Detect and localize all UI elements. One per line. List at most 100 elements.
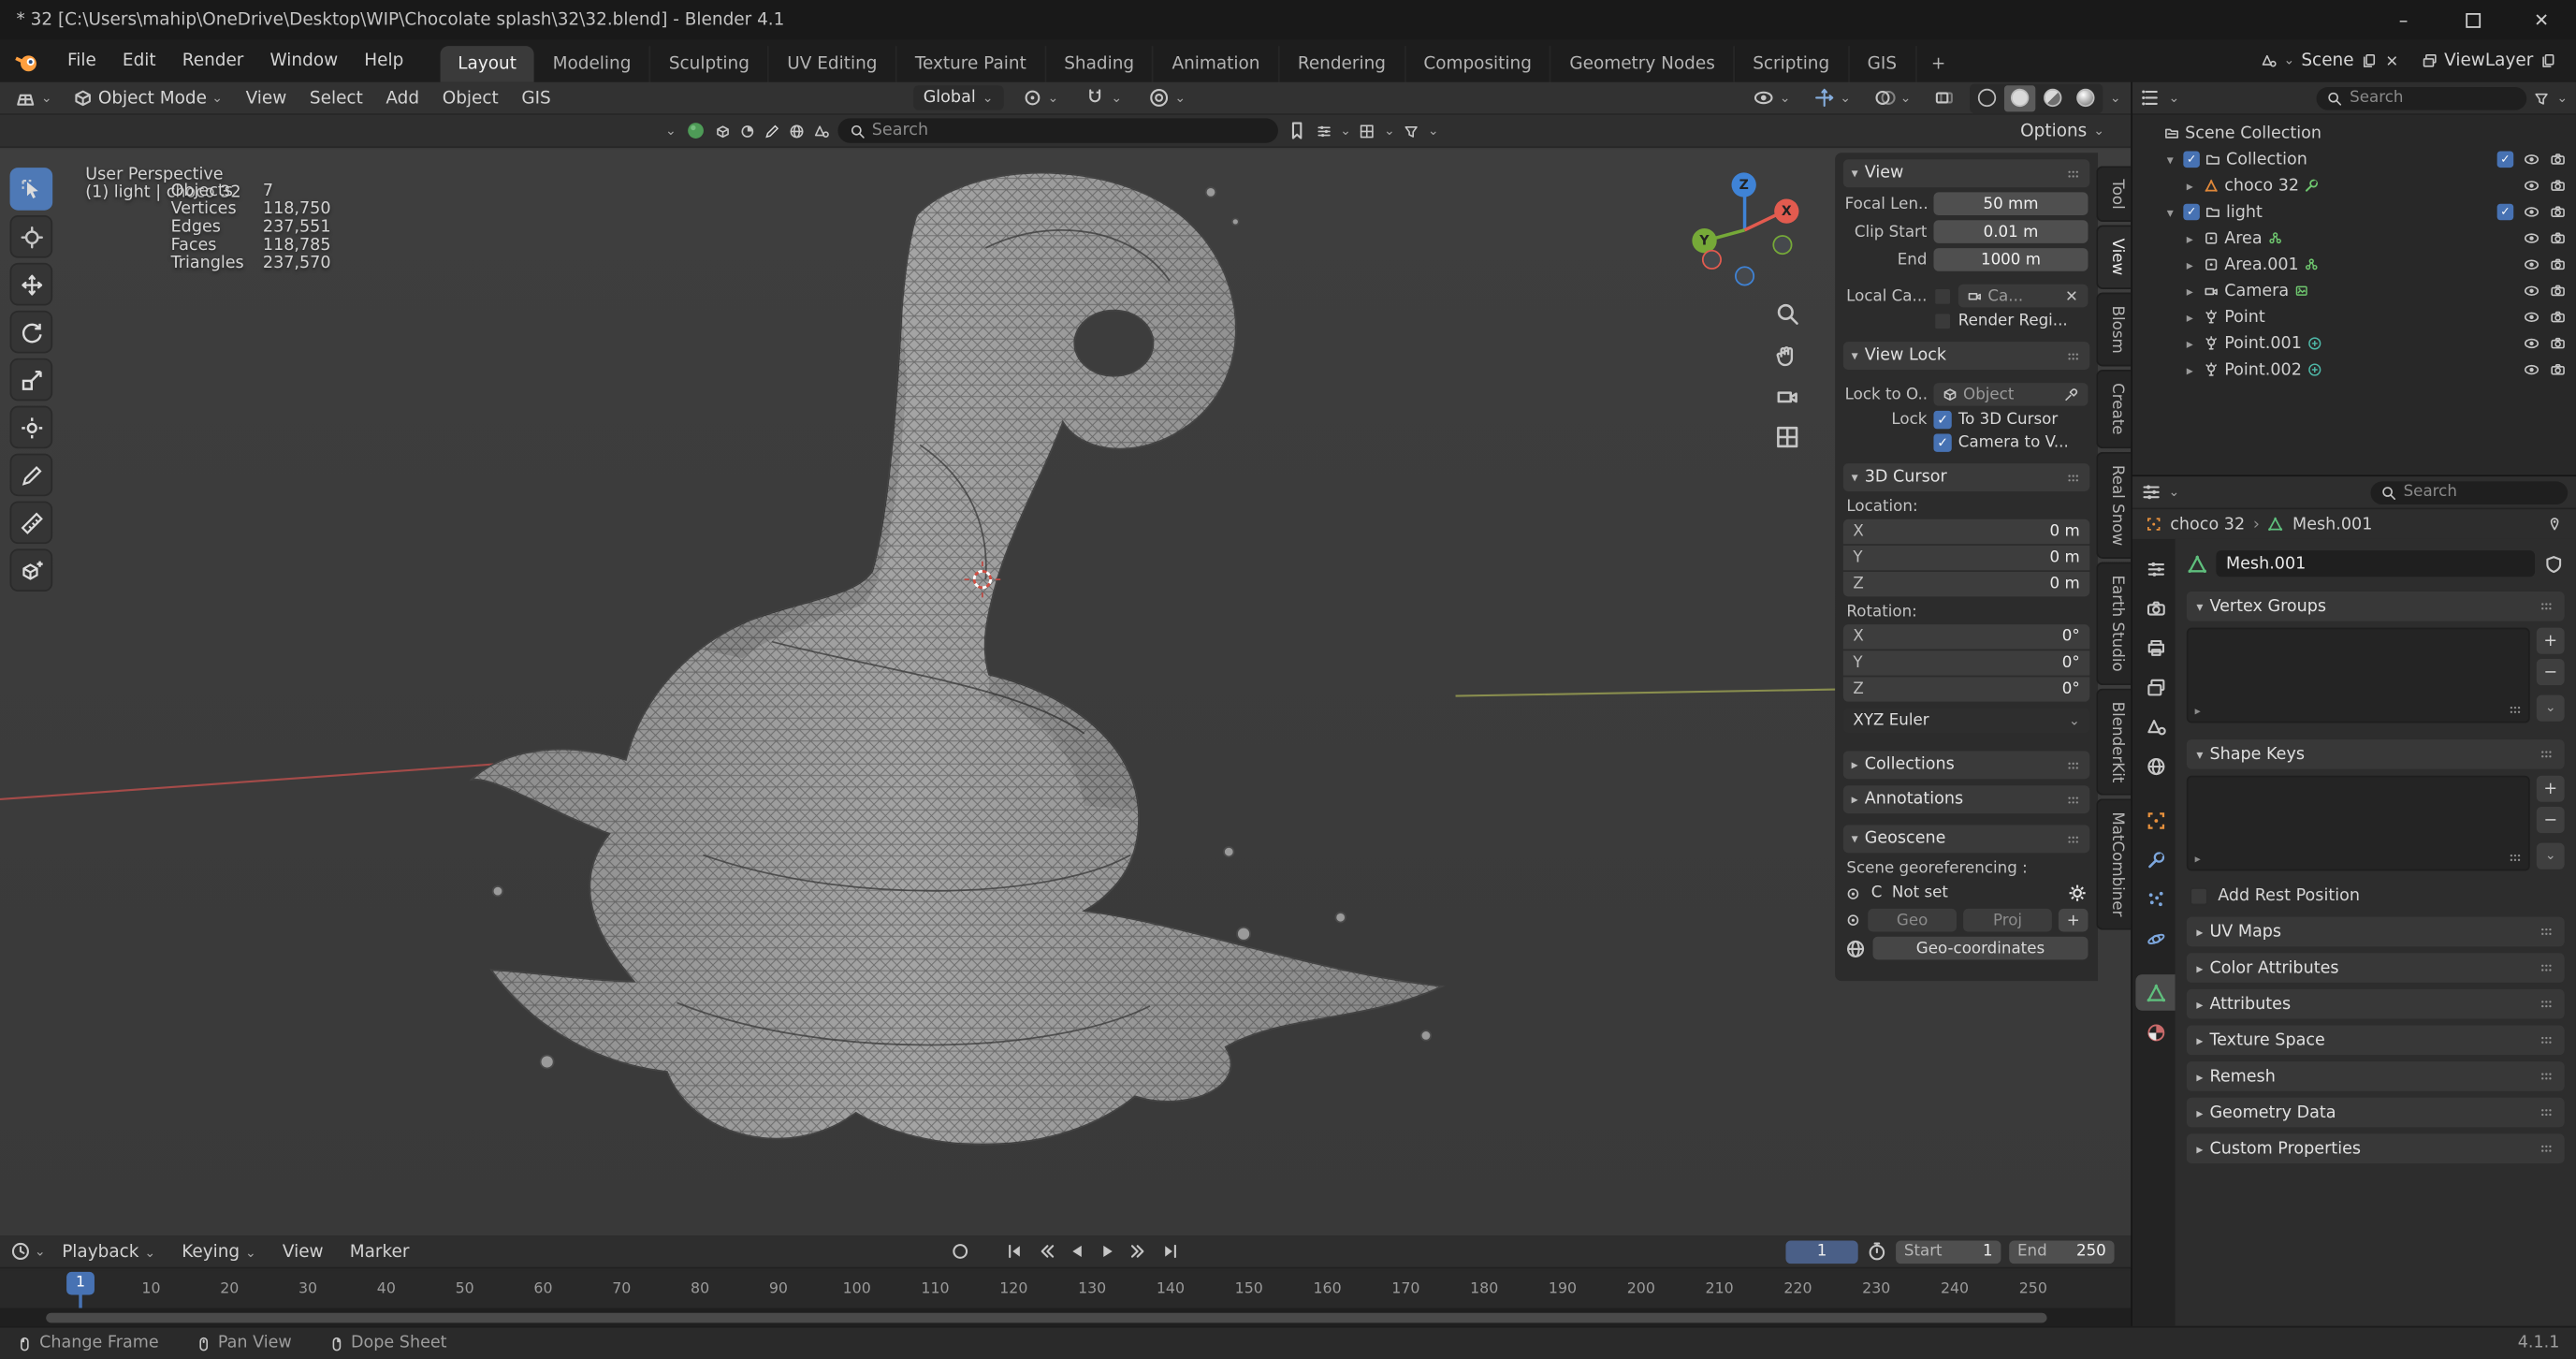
menu-render[interactable]: Render bbox=[169, 51, 257, 70]
grip-icon[interactable] bbox=[2065, 347, 2082, 364]
outliner-row-camera[interactable]: ▸Camera bbox=[2132, 278, 2576, 304]
workspace-tab-layout[interactable]: Layout bbox=[440, 46, 534, 82]
render-visibility-icon[interactable] bbox=[2550, 178, 2567, 195]
outliner-row-choco-32[interactable]: ▸choco 32 bbox=[2132, 172, 2576, 198]
render-visibility-icon[interactable] bbox=[2550, 283, 2567, 300]
properties-editor-icon[interactable] bbox=[2141, 481, 2162, 503]
section-header-color-attributes[interactable]: ▸Color Attributes bbox=[2187, 953, 2565, 983]
outliner-row-area-001[interactable]: ▸Area.001 bbox=[2132, 252, 2576, 278]
add-shape-key-button[interactable]: + bbox=[2537, 776, 2565, 802]
sidebar-tab-blenderkit[interactable]: BlenderKit bbox=[2096, 688, 2131, 796]
view-panel-header[interactable]: ▾ View bbox=[1843, 159, 2089, 187]
expander-icon[interactable]: ▸ bbox=[2182, 336, 2199, 351]
rotation-order-select[interactable]: XYZ Euler ⌄ bbox=[1843, 709, 2089, 733]
tool-cursor-button[interactable] bbox=[10, 215, 53, 258]
gizmo-dropdown[interactable]: ⌄ bbox=[1805, 87, 1858, 109]
cursor-panel-header[interactable]: ▾ 3D Cursor bbox=[1843, 463, 2089, 491]
gizmo-x-axis[interactable]: X bbox=[1774, 198, 1798, 223]
grip-icon[interactable] bbox=[2065, 831, 2082, 848]
render-visibility-icon[interactable] bbox=[2550, 361, 2567, 378]
workspace-tab-geometry-nodes[interactable]: Geometry Nodes bbox=[1551, 46, 1735, 82]
proportional-edit-dropdown[interactable]: ⌄ bbox=[1140, 87, 1193, 109]
timeline-menu-marker[interactable]: Marker bbox=[337, 1241, 423, 1261]
pan-hand-icon[interactable] bbox=[1774, 342, 1800, 368]
number-field-end[interactable]: 1000 m bbox=[1933, 248, 2088, 271]
grip-icon[interactable] bbox=[2065, 469, 2082, 486]
section-header-custom-properties[interactable]: ▸Custom Properties bbox=[2187, 1133, 2565, 1163]
mesh-name-field[interactable]: Mesh.001 bbox=[2216, 550, 2535, 577]
asset-sphere-icon[interactable] bbox=[685, 120, 706, 141]
workspace-tab-gis[interactable]: GIS bbox=[1849, 46, 1916, 82]
tool-scale-button[interactable] bbox=[10, 358, 53, 402]
asset-world-icon[interactable] bbox=[788, 123, 805, 139]
expander-icon[interactable]: ▸ bbox=[2182, 257, 2199, 272]
shading-solid-button[interactable] bbox=[2004, 84, 2035, 110]
cursor-location-x-field[interactable]: X0 m bbox=[1843, 519, 2089, 544]
render-visibility-icon[interactable] bbox=[2550, 309, 2567, 326]
pin-icon[interactable] bbox=[2546, 516, 2563, 533]
cursor-rotation-x-field[interactable]: X0° bbox=[1843, 624, 2089, 649]
navigation-gizmo[interactable]: Z Y X bbox=[1681, 163, 1809, 291]
properties-tab-particles[interactable] bbox=[2135, 881, 2175, 917]
scene-selector[interactable]: ⌄ Scene bbox=[2254, 51, 2407, 70]
remove-vertex-group-button[interactable]: − bbox=[2537, 659, 2565, 685]
shading-rendered-button[interactable] bbox=[2071, 84, 2102, 110]
render-region-checkbox[interactable] bbox=[1933, 313, 1951, 330]
panel-header-annotations[interactable]: ▸Annotations bbox=[1843, 785, 2089, 813]
expander-icon[interactable]: ▸ bbox=[2182, 231, 2199, 246]
outliner-row-collection[interactable]: ▾✓Collection✓ bbox=[2132, 146, 2576, 172]
timeline-scrollbar[interactable] bbox=[0, 1309, 2131, 1326]
stopwatch-icon[interactable] bbox=[1866, 1241, 1887, 1263]
maximize-button[interactable] bbox=[2438, 0, 2507, 39]
timeline-menu-view[interactable]: View bbox=[269, 1241, 337, 1261]
hide-eye-icon[interactable] bbox=[2524, 309, 2540, 326]
section-header-remesh[interactable]: ▸Remesh bbox=[2187, 1061, 2565, 1091]
section-header-geometry-data[interactable]: ▸Geometry Data bbox=[2187, 1098, 2565, 1128]
sidebar-tab-earth-studio[interactable]: Earth Studio bbox=[2096, 562, 2131, 684]
local-camera-field[interactable]: Ca... bbox=[1958, 285, 2088, 308]
hide-eye-icon[interactable] bbox=[2524, 204, 2540, 221]
section-header-attributes[interactable]: ▸Attributes bbox=[2187, 989, 2565, 1019]
menu-window[interactable]: Window bbox=[256, 51, 351, 70]
collection-checkbox[interactable]: ✓ bbox=[2497, 204, 2514, 221]
panel-header-collections[interactable]: ▸Collections bbox=[1843, 751, 2089, 779]
outliner-search-input[interactable] bbox=[2350, 89, 2517, 107]
geoscene-header[interactable]: ▾ Geoscene bbox=[1843, 825, 2089, 853]
menu-edit[interactable]: Edit bbox=[109, 51, 169, 70]
viewport-search-input[interactable] bbox=[872, 122, 1266, 139]
grip-icon[interactable] bbox=[2539, 746, 2555, 763]
viewport-menu-gis[interactable]: GIS bbox=[510, 88, 562, 108]
expander-icon[interactable]: ▸ bbox=[2182, 284, 2199, 299]
render-visibility-icon[interactable] bbox=[2550, 230, 2567, 247]
gizmo-z-axis[interactable]: Z bbox=[1732, 172, 1756, 197]
shading-material-button[interactable] bbox=[2038, 84, 2069, 110]
expander-icon[interactable]: ▸ bbox=[2182, 362, 2199, 377]
gizmo-x-negative[interactable] bbox=[1702, 250, 1722, 270]
unlink-scene-icon[interactable] bbox=[2383, 52, 2400, 69]
new-scene-icon[interactable] bbox=[2361, 52, 2378, 69]
tool-measure-button[interactable] bbox=[10, 501, 53, 544]
outliner-row-area[interactable]: ▸Area bbox=[2132, 226, 2576, 252]
jump-to-start-button[interactable] bbox=[1000, 1238, 1028, 1264]
properties-tab-render[interactable] bbox=[2135, 590, 2175, 626]
bookmark-icon[interactable] bbox=[1286, 120, 1307, 141]
current-frame-field[interactable]: 1 bbox=[1785, 1240, 1857, 1264]
shape-keys-list[interactable]: ▸ bbox=[2187, 776, 2530, 871]
hide-eye-icon[interactable] bbox=[2524, 335, 2540, 352]
add-workspace-button[interactable]: + bbox=[1916, 46, 1960, 82]
minimize-button[interactable]: – bbox=[2369, 0, 2438, 39]
workspace-tab-texture-paint[interactable]: Texture Paint bbox=[897, 46, 1046, 82]
hide-eye-icon[interactable] bbox=[2524, 230, 2540, 247]
geo-button[interactable]: Geo bbox=[1868, 909, 1957, 932]
radio-icon[interactable] bbox=[1845, 912, 1862, 928]
add-vertex-group-button[interactable]: + bbox=[2537, 628, 2565, 654]
collapse-chevron-icon[interactable]: ⌄ bbox=[665, 124, 677, 138]
filter-icon[interactable] bbox=[1404, 123, 1420, 139]
render-visibility-icon[interactable] bbox=[2550, 256, 2567, 273]
playhead[interactable]: 1 bbox=[66, 1272, 95, 1295]
breadcrumb-data[interactable]: Mesh.001 bbox=[2292, 515, 2372, 533]
collection-checkbox[interactable]: ✓ bbox=[2183, 204, 2200, 221]
sidebar-tab-view[interactable]: View bbox=[2096, 226, 2131, 289]
grip-icon[interactable] bbox=[2065, 165, 2082, 182]
cursor-location-z-field[interactable]: Z0 m bbox=[1843, 572, 2089, 596]
